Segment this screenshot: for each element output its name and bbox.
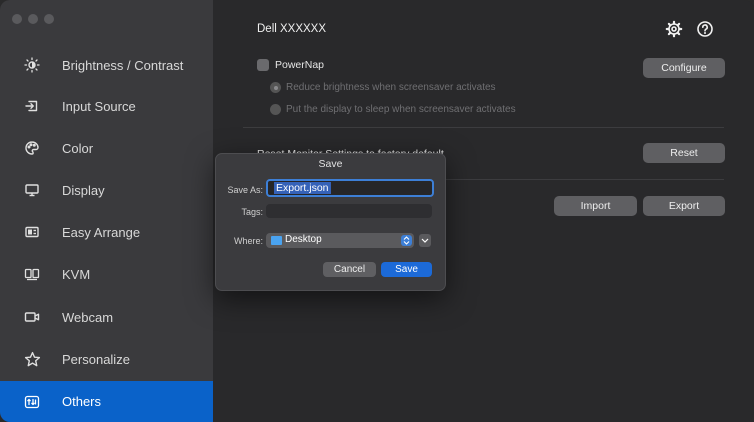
color-palette-icon xyxy=(22,138,42,158)
sidebar-item-brightness-contrast[interactable]: Brightness / Contrast xyxy=(0,44,213,86)
chevron-updown-icon xyxy=(401,235,412,246)
sidebar-item-label: KVM xyxy=(62,266,91,282)
folder-icon xyxy=(271,236,282,245)
reduce-brightness-radio[interactable] xyxy=(270,82,281,93)
where-label: Where: xyxy=(233,236,263,246)
sidebar-item-easy-arrange[interactable]: Easy Arrange xyxy=(0,211,213,253)
powernap-label: PowerNap xyxy=(275,59,325,71)
sidebar-item-kvm[interactable]: KVM xyxy=(0,253,213,295)
export-button[interactable]: Export xyxy=(643,196,725,216)
sidebar: Brightness / Contrast Input Source Color… xyxy=(0,0,213,422)
minimize-window-button[interactable] xyxy=(28,14,38,24)
sidebar-item-webcam[interactable]: Webcam xyxy=(0,296,213,338)
star-icon xyxy=(22,349,42,369)
sidebar-item-others[interactable]: Others xyxy=(0,381,213,422)
sidebar-item-label: Brightness / Contrast xyxy=(62,57,184,73)
reset-button[interactable]: Reset xyxy=(643,143,725,163)
sleep-display-radio[interactable] xyxy=(270,104,281,115)
page-title: Dell XXXXXX xyxy=(257,23,327,35)
sidebar-item-label: Webcam xyxy=(62,309,114,325)
sidebar-item-input-source[interactable]: Input Source xyxy=(0,85,213,127)
sidebar-item-label: Others xyxy=(62,394,102,409)
save-as-field[interactable]: Export.json xyxy=(266,179,434,197)
help-icon[interactable] xyxy=(696,20,714,38)
tags-label: Tags: xyxy=(241,207,263,217)
kvm-icon xyxy=(22,264,42,284)
reduce-brightness-label: Reduce brightness when screensaver activ… xyxy=(286,82,496,93)
save-as-value: Export.json xyxy=(274,182,331,194)
brightness-icon xyxy=(22,55,42,75)
sidebar-item-label: Personalize xyxy=(62,351,130,367)
app-window: Brightness / Contrast Input Source Color… xyxy=(0,0,754,422)
sidebar-item-color[interactable]: Color xyxy=(0,127,213,169)
save-dialog: Save Save As: Export.json Tags: Where: D… xyxy=(215,153,446,291)
save-as-label: Save As: xyxy=(227,185,263,195)
window-controls xyxy=(12,14,54,24)
close-window-button[interactable] xyxy=(12,14,22,24)
chevron-down-icon xyxy=(421,238,429,243)
webcam-icon xyxy=(22,307,42,327)
cancel-button[interactable]: Cancel xyxy=(323,262,376,277)
import-button[interactable]: Import xyxy=(554,196,637,216)
sidebar-item-personalize[interactable]: Personalize xyxy=(0,338,213,380)
zoom-window-button[interactable] xyxy=(44,14,54,24)
where-dropdown[interactable]: Desktop xyxy=(266,233,414,248)
configure-button[interactable]: Configure xyxy=(643,58,725,78)
expand-dialog-button[interactable] xyxy=(419,234,431,247)
powernap-checkbox[interactable] xyxy=(257,59,269,71)
sidebar-item-label: Input Source xyxy=(62,98,136,114)
sidebar-item-label: Display xyxy=(62,182,105,198)
display-monitor-icon xyxy=(22,180,42,200)
easy-arrange-icon xyxy=(22,222,42,242)
others-icon xyxy=(22,392,42,412)
where-value: Desktop xyxy=(285,234,322,245)
sidebar-item-label: Color xyxy=(62,140,94,156)
gear-icon[interactable] xyxy=(665,20,683,38)
sleep-display-label: Put the display to sleep when screensave… xyxy=(286,104,516,115)
dialog-title: Save xyxy=(318,158,343,170)
save-button[interactable]: Save xyxy=(381,262,432,277)
divider xyxy=(243,127,724,128)
sidebar-item-label: Easy Arrange xyxy=(62,224,141,240)
input-source-icon xyxy=(22,96,42,116)
sidebar-item-display[interactable]: Display xyxy=(0,169,213,211)
tags-field[interactable] xyxy=(266,204,432,218)
